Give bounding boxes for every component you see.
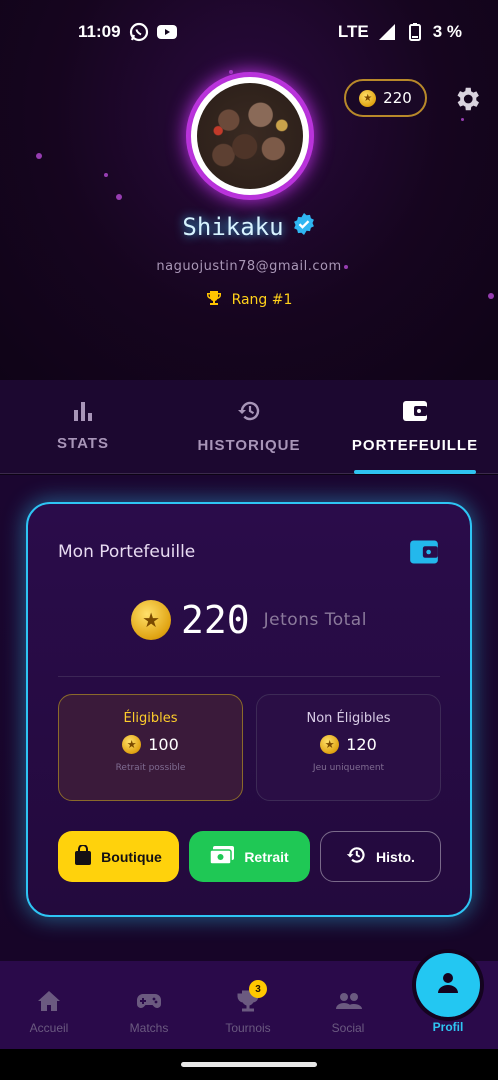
username: Shikaku xyxy=(182,213,284,241)
youtube-icon xyxy=(156,22,177,42)
nav-tournaments-label: Tournois xyxy=(225,1021,271,1035)
status-bar: 11:09 LTE 3 % xyxy=(0,0,498,64)
avatar[interactable] xyxy=(191,77,309,195)
particle xyxy=(116,194,122,200)
wallet-section: Mon Portefeuille ★ 220 Jetons Total Élig… xyxy=(0,475,498,961)
person-icon xyxy=(435,970,461,1000)
nav-item-tournaments[interactable]: 3 Tournois xyxy=(203,961,293,1049)
history-icon xyxy=(236,399,262,427)
battery-level: 3 % xyxy=(432,22,462,41)
nav-matches-label: Matchs xyxy=(129,1021,169,1035)
eligible-amount: 100 xyxy=(148,735,179,754)
nav-item-matches[interactable]: Matchs xyxy=(104,961,194,1049)
wallet-title: Mon Portefeuille xyxy=(58,542,196,562)
bar-chart-icon xyxy=(72,401,94,425)
signal-icon xyxy=(377,22,397,42)
battery-icon xyxy=(405,22,425,42)
rank-label: Rang #1 xyxy=(231,292,293,308)
rank-row: Rang #1 xyxy=(0,290,498,310)
tab-history-label: HISTORIQUE xyxy=(197,437,301,454)
eligible-balance-box: Éligibles ★ 100 Retrait possible xyxy=(58,694,243,801)
verified-badge-icon xyxy=(292,212,316,242)
not-eligible-title: Non Éligibles xyxy=(306,711,391,726)
shop-button[interactable]: Boutique xyxy=(58,831,179,882)
withdraw-button-label: Retrait xyxy=(244,848,289,865)
coin-balance-pill[interactable]: ★ 220 xyxy=(344,79,427,117)
particle xyxy=(36,153,42,159)
shop-button-label: Boutique xyxy=(101,848,162,865)
not-eligible-amount: 120 xyxy=(346,735,377,754)
coin-icon: ★ xyxy=(131,600,172,640)
eligible-note: Retrait possible xyxy=(115,763,186,773)
cash-icon xyxy=(209,846,235,867)
tab-history[interactable]: HISTORIQUE xyxy=(166,380,332,473)
particle xyxy=(461,118,464,121)
settings-gear-icon[interactable] xyxy=(452,84,482,114)
tab-wallet[interactable]: PORTEFEUILLE xyxy=(332,380,498,474)
history-button[interactable]: Histo. xyxy=(320,831,441,882)
nav-home-label: Accueil xyxy=(29,1021,69,1035)
whatsapp-icon xyxy=(129,22,149,42)
people-icon xyxy=(335,989,362,1013)
nav-item-profile[interactable] xyxy=(416,953,480,1017)
not-eligible-balance-box: Non Éligibles ★ 120 Jeu uniquement xyxy=(256,694,441,801)
particle xyxy=(229,70,233,74)
total-tokens-row: ★ 220 Jetons Total xyxy=(28,598,470,642)
profile-header: 11:09 LTE 3 % ★ 220 Shikaku naguojustin7… xyxy=(0,0,498,380)
wallet-icon xyxy=(409,538,439,566)
coin-icon: ★ xyxy=(320,735,340,754)
tab-stats-label: STATS xyxy=(57,435,109,452)
nav-item-social[interactable]: Social xyxy=(303,961,393,1049)
tournaments-badge: 3 xyxy=(249,980,267,998)
history-button-label: Histo. xyxy=(376,848,415,865)
withdraw-button[interactable]: Retrait xyxy=(189,831,310,882)
home-icon xyxy=(36,989,62,1013)
history-icon xyxy=(346,845,366,868)
network-label: LTE xyxy=(337,22,369,41)
wallet-icon xyxy=(402,399,428,427)
profile-tabs: STATS HISTORIQUE PORTEFEUILLE xyxy=(0,380,498,474)
status-time: 11:09 xyxy=(78,22,121,41)
username-row: Shikaku xyxy=(0,212,498,242)
nav-social-label: Social xyxy=(331,1021,365,1035)
trophy-icon: 3 xyxy=(235,980,267,1013)
tab-wallet-label: PORTEFEUILLE xyxy=(351,437,479,454)
trophy-icon xyxy=(206,290,222,310)
tab-stats[interactable]: STATS xyxy=(0,380,166,473)
system-gesture-bar xyxy=(0,1049,498,1080)
coin-icon: ★ xyxy=(122,735,142,754)
gamepad-icon xyxy=(136,989,162,1013)
shopping-bag-icon xyxy=(75,844,92,868)
eligible-amount-row: ★ 100 xyxy=(122,735,179,754)
avatar-photo xyxy=(197,83,303,189)
coin-icon: ★ xyxy=(359,89,377,107)
not-eligible-note: Jeu uniquement xyxy=(312,763,385,773)
nav-item-home[interactable]: Accueil xyxy=(4,961,94,1049)
not-eligible-amount-row: ★ 120 xyxy=(320,735,377,754)
particle xyxy=(104,173,108,177)
wallet-card: Mon Portefeuille ★ 220 Jetons Total Élig… xyxy=(26,502,472,917)
user-email: naguojustin78@gmail.com xyxy=(156,259,342,274)
eligible-title: Éligibles xyxy=(123,711,178,726)
nav-profile-label: Profil xyxy=(432,1020,464,1034)
total-tokens-value: 220 xyxy=(181,598,250,642)
coin-balance: 220 xyxy=(383,89,412,107)
divider xyxy=(58,676,440,677)
total-tokens-label: Jetons Total xyxy=(263,610,367,630)
home-indicator[interactable] xyxy=(181,1062,317,1067)
